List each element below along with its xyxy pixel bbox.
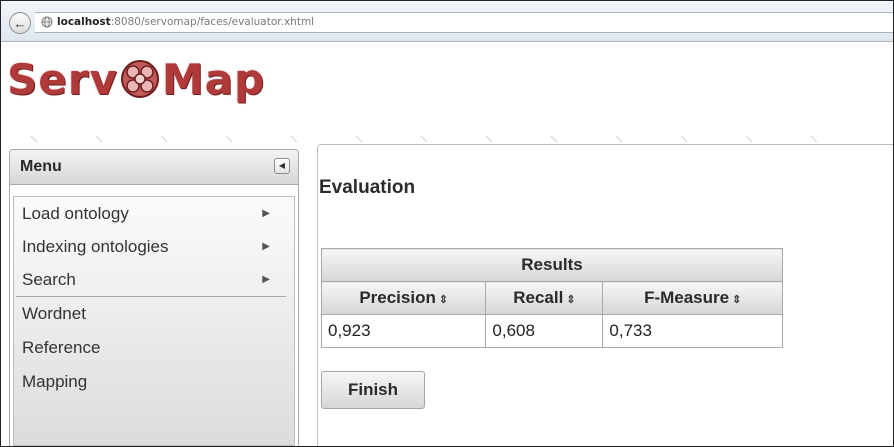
chevron-right-icon: ▶ (262, 274, 270, 285)
menu-header: Menu ◀ (10, 150, 298, 185)
chevron-right-icon: ▶ (262, 241, 270, 252)
logo-text-map: Map (161, 54, 266, 104)
menu-title: Menu (20, 158, 62, 175)
chevron-right-icon: ▶ (262, 208, 270, 219)
url-path: :8080/servomap/faces/evaluator.xhtml (110, 16, 315, 28)
menu-list: Load ontology ▶ Indexing ontologies ▶ Se… (13, 196, 295, 446)
url-text: localhost:8080/servomap/faces/evaluator.… (57, 13, 314, 32)
column-header-label: Precision (359, 288, 436, 307)
menu-item-label: Load ontology (22, 204, 129, 223)
sort-icon: ⇕ (732, 294, 742, 306)
table-caption: Results (321, 248, 783, 282)
menu-item-mapping[interactable]: Mapping (14, 365, 294, 399)
page-title: Evaluation (319, 177, 416, 198)
globe-icon (41, 16, 53, 28)
menu-item-search[interactable]: Search ▶ (14, 263, 294, 296)
cell-recall: 0,608 (485, 314, 604, 348)
menu-item-indexing-ontologies[interactable]: Indexing ontologies ▶ (14, 230, 294, 263)
address-bar[interactable]: localhost:8080/servomap/faces/evaluator.… (35, 12, 893, 33)
finish-button[interactable]: Finish (321, 371, 425, 409)
back-arrow-icon[interactable]: ← (9, 12, 31, 34)
menu-item-wordnet[interactable]: Wordnet (14, 297, 294, 331)
menu-item-label: Mapping (22, 372, 88, 391)
url-host: localhost (57, 16, 111, 28)
sort-icon: ⇕ (566, 294, 576, 306)
browser-window: ← localhost:8080/servomap/faces/evaluato… (0, 0, 894, 447)
menu-item-label: Reference (22, 338, 101, 357)
menu-item-load-ontology[interactable]: Load ontology ▶ (14, 197, 294, 230)
menu-item-label: Wordnet (22, 304, 86, 323)
browser-toolbar: ← localhost:8080/servomap/faces/evaluato… (1, 1, 893, 42)
table-row: 0,923 0,608 0,733 (320, 314, 783, 348)
ontology-ball-icon (120, 60, 159, 98)
cell-f-measure: 0,733 (602, 314, 783, 348)
column-header-precision[interactable]: Precision ⇕ (320, 281, 487, 315)
sort-icon: ⇕ (438, 294, 449, 306)
menu-item-label: Search (22, 270, 76, 289)
collapse-icon[interactable]: ◀ (274, 158, 290, 174)
logo-text-serv: Serv (7, 54, 118, 104)
column-header-label: Recall (513, 288, 564, 307)
column-header-recall[interactable]: Recall ⇕ (485, 281, 604, 315)
menu-item-reference[interactable]: Reference (14, 331, 294, 365)
results-table: Results Precision ⇕ Recall ⇕ F-Measure ⇕ 0,… (320, 248, 783, 348)
servomap-logo: Serv Map (7, 49, 265, 109)
menu-item-label: Indexing ontologies (22, 237, 169, 256)
column-header-f-measure[interactable]: F-Measure ⇕ (602, 281, 783, 315)
menu-panel: Menu ◀ Load ontology ▶ Indexing ontologi… (9, 149, 299, 446)
cell-precision: 0,923 (320, 314, 487, 348)
column-header-label: F-Measure (644, 288, 730, 307)
